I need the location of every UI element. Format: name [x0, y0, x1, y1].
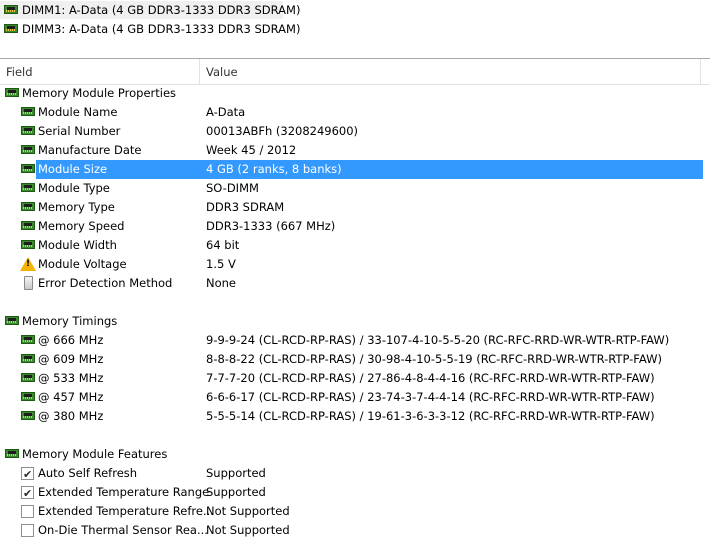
ram-icon — [5, 449, 19, 458]
feature-row[interactable]: On-Die Thermal Sensor Rea... Not Support… — [0, 521, 710, 540]
field-label: Error Detection Method — [38, 276, 173, 290]
checkbox-checked[interactable] — [21, 484, 34, 503]
ram-icon — [21, 107, 35, 116]
ram-icon — [21, 221, 35, 230]
property-row-selected[interactable]: Module Size 4 GB (2 ranks, 8 banks) — [0, 160, 710, 179]
property-row[interactable]: Memory Speed DDR3-1333 (667 MHz) — [0, 217, 710, 236]
property-row[interactable]: ! Module Voltage 1.5 V — [0, 255, 710, 274]
field-value: DDR3-1333 (667 MHz) — [206, 219, 336, 233]
field-label: @ 666 MHz — [38, 333, 104, 347]
column-divider[interactable] — [199, 59, 200, 84]
field-value: Not Supported — [206, 504, 290, 518]
ram-icon — [21, 354, 35, 363]
field-value: DDR3 SDRAM — [206, 200, 285, 214]
ram-icon — [5, 316, 19, 325]
property-row[interactable]: Manufacture Date Week 45 / 2012 — [0, 141, 710, 160]
field-value: Week 45 / 2012 — [206, 143, 297, 157]
section-header-timings[interactable]: Memory Timings — [0, 312, 710, 331]
field-value: None — [206, 276, 237, 290]
ram-icon — [21, 183, 35, 192]
field-label: Module Size — [38, 162, 108, 176]
field-label: Extended Temperature Range — [38, 485, 210, 499]
field-label: Module Type — [38, 181, 110, 195]
timing-row[interactable]: @ 666 MHz 9-9-9-24 (CL-RCD-RP-RAS) / 33-… — [0, 331, 710, 350]
checkbox-checked[interactable] — [21, 465, 34, 484]
field-label: @ 457 MHz — [38, 390, 104, 404]
warning-icon: ! — [20, 257, 36, 271]
field-value: Supported — [206, 485, 266, 499]
field-value: 8-8-8-22 (CL-RCD-RP-RAS) / 30-98-4-10-5-… — [206, 352, 662, 366]
field-value: 00013ABFh (3208249600) — [206, 124, 359, 138]
device-item-dimm3[interactable]: DIMM3: A-Data (4 GB DDR3-1333 DDR3 SDRAM… — [0, 20, 300, 38]
property-row[interactable]: Serial Number 00013ABFh (3208249600) — [0, 122, 710, 141]
column-header: Field Value — [0, 58, 710, 85]
section-title: Memory Module Features — [22, 447, 168, 461]
field-value: 4 GB (2 ranks, 8 banks) — [206, 162, 342, 176]
property-row[interactable]: Memory Type DDR3 SDRAM — [0, 198, 710, 217]
ram-icon — [21, 202, 35, 211]
field-value: 9-9-9-24 (CL-RCD-RP-RAS) / 33-107-4-10-5… — [206, 333, 670, 347]
device-icon — [24, 276, 33, 290]
field-label: Extended Temperature Refre... — [38, 504, 214, 518]
field-label: @ 380 MHz — [38, 409, 104, 423]
ram-icon — [4, 24, 18, 33]
field-label: On-Die Thermal Sensor Rea... — [38, 523, 208, 537]
section-header-properties[interactable]: Memory Module Properties — [0, 84, 710, 103]
ram-icon — [4, 5, 18, 14]
device-item-dimm1[interactable]: DIMM1: A-Data (4 GB DDR3-1333 DDR3 SDRAM… — [0, 1, 300, 19]
field-label: Memory Speed — [38, 219, 125, 233]
section-title: Memory Module Properties — [22, 86, 177, 100]
property-row[interactable]: Module Name A-Data — [0, 103, 710, 122]
field-label: Serial Number — [38, 124, 121, 138]
property-row[interactable]: Module Width 64 bit — [0, 236, 710, 255]
feature-row[interactable]: Extended Temperature Refre... Not Suppor… — [0, 502, 710, 521]
section-header-features[interactable]: Memory Module Features — [0, 445, 710, 464]
timing-row[interactable]: @ 380 MHz 5-5-5-14 (CL-RCD-RP-RAS) / 19-… — [0, 407, 710, 426]
property-row[interactable]: Error Detection Method None — [0, 274, 710, 293]
field-label: @ 609 MHz — [38, 352, 104, 366]
timing-row[interactable]: @ 457 MHz 6-6-6-17 (CL-RCD-RP-RAS) / 23-… — [0, 388, 710, 407]
field-label: Auto Self Refresh — [38, 466, 138, 480]
ram-icon — [21, 392, 35, 401]
field-value: Supported — [206, 466, 266, 480]
ram-icon — [21, 164, 35, 173]
ram-icon — [5, 88, 19, 97]
timing-row[interactable]: @ 609 MHz 8-8-8-22 (CL-RCD-RP-RAS) / 30-… — [0, 350, 710, 369]
timing-row[interactable]: @ 533 MHz 7-7-7-20 (CL-RCD-RP-RAS) / 27-… — [0, 369, 710, 388]
feature-row[interactable]: Auto Self Refresh Supported — [0, 464, 710, 484]
section-title: Memory Timings — [22, 314, 118, 328]
field-label: Module Voltage — [38, 257, 127, 271]
field-value: 6-6-6-17 (CL-RCD-RP-RAS) / 23-74-3-7-4-4… — [206, 390, 655, 404]
field-label: Memory Type — [38, 200, 115, 214]
field-label: @ 533 MHz — [38, 371, 104, 385]
field-label: Module Name — [38, 105, 118, 119]
field-value: A-Data — [206, 105, 246, 119]
device-list: DIMM1: A-Data (4 GB DDR3-1333 DDR3 SDRAM… — [0, 0, 710, 40]
ram-icon — [21, 335, 35, 344]
feature-row[interactable]: Extended Temperature Range Supported — [0, 483, 710, 503]
ram-icon — [21, 126, 35, 135]
column-header-value[interactable]: Value — [206, 65, 238, 79]
ram-icon — [21, 411, 35, 420]
field-value: Not Supported — [206, 523, 290, 537]
device-item-label: DIMM3: A-Data (4 GB DDR3-1333 DDR3 SDRAM… — [22, 22, 301, 36]
field-value: 5-5-5-14 (CL-RCD-RP-RAS) / 19-61-3-6-3-3… — [206, 409, 655, 423]
checkbox-unchecked[interactable] — [21, 505, 34, 518]
ram-icon — [21, 373, 35, 382]
field-value: SO-DIMM — [206, 181, 259, 195]
ram-icon — [21, 240, 35, 249]
property-row[interactable]: Module Type SO-DIMM — [0, 179, 710, 198]
checkbox-unchecked[interactable] — [21, 524, 34, 537]
field-value: 64 bit — [206, 238, 240, 252]
field-label: Module Width — [38, 238, 117, 252]
column-divider — [700, 59, 701, 84]
column-header-field[interactable]: Field — [6, 65, 33, 79]
field-label: Manufacture Date — [38, 143, 142, 157]
field-value: 7-7-7-20 (CL-RCD-RP-RAS) / 27-86-4-8-4-4… — [206, 371, 655, 385]
field-value: 1.5 V — [206, 257, 236, 271]
ram-icon — [21, 145, 35, 154]
device-item-label: DIMM1: A-Data (4 GB DDR3-1333 DDR3 SDRAM… — [22, 3, 301, 17]
selection-highlight — [36, 160, 703, 179]
